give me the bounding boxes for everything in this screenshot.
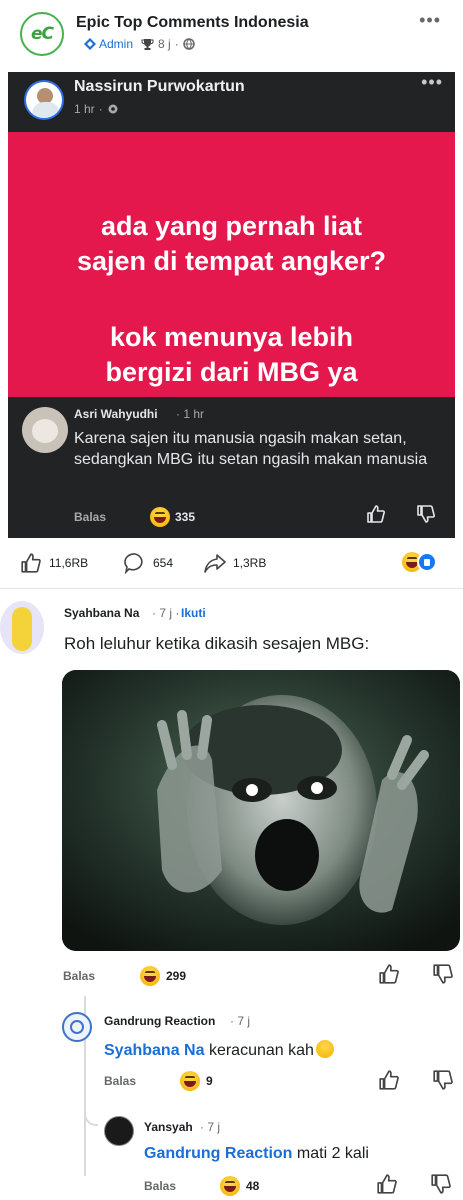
avatar-logo <box>70 1020 84 1034</box>
comment-count-button[interactable]: 654 <box>124 552 173 574</box>
post-stats-bar: 11,6RB 654 1,3RB <box>0 548 463 580</box>
mention-link[interactable]: Syahbana Na <box>104 1042 204 1059</box>
reaction-count: 299 <box>166 969 187 983</box>
ghost-face-image <box>62 670 460 951</box>
share-count-button[interactable]: 1,3RB <box>204 552 266 574</box>
like-reaction-icon <box>417 552 437 572</box>
admin-label: Admin <box>99 37 134 51</box>
section-divider <box>0 588 463 589</box>
avatar-cat <box>32 419 58 443</box>
group-logo: eC <box>30 24 54 44</box>
thumbs-down-icon[interactable] <box>430 1173 452 1195</box>
text-post-line-4: bergizi dari MBG ya <box>105 357 358 387</box>
reply-author[interactable]: Gandrung Reaction <box>104 1014 215 1028</box>
reply-avatar[interactable] <box>62 1012 92 1042</box>
text-post-line-2: sajen di tempat angker? <box>76 246 387 276</box>
like-count: 11,6RB <box>49 556 89 570</box>
reply-body: keracunan kah <box>208 1042 314 1059</box>
post-meta: Admin 8 j · <box>84 37 195 51</box>
poster-name[interactable]: Nassirun Purwokartun <box>74 78 245 96</box>
reply-button[interactable]: Balas <box>63 969 95 983</box>
reaction-summary[interactable]: 335 <box>150 507 195 527</box>
mention-link[interactable]: Gandrung Reaction <box>144 1145 292 1162</box>
poster-time-separator: · <box>98 102 103 116</box>
comment-text: Roh leluhur ketika dikasih sesajen MBG: <box>64 634 370 653</box>
meta-separator: · <box>174 37 179 51</box>
comment-time-text: 7 j <box>159 606 173 620</box>
thread-branch <box>84 1086 98 1126</box>
group-name[interactable]: Epic Top Comments Indonesia <box>76 14 309 32</box>
reply-body: mati 2 kali <box>296 1145 369 1162</box>
poster-time-text: 1 hr <box>74 102 95 116</box>
reply-button[interactable]: Balas <box>104 1074 136 1088</box>
comment-image[interactable] <box>62 670 460 951</box>
reaction-count: 335 <box>175 510 196 524</box>
thinking-emoji-icon <box>315 1040 334 1058</box>
reaction-summary[interactable]: 9 <box>180 1071 213 1091</box>
poster-avatar[interactable] <box>24 80 64 120</box>
text-post-line-3: kok menunya lebih <box>109 322 354 352</box>
shared-top-comment: Asri Wahyudhi · 1 hr Karena sajen itu ma… <box>8 397 455 538</box>
thumbs-down-icon[interactable] <box>432 1069 454 1091</box>
post-time: 8 j <box>158 37 171 51</box>
reaction-summary[interactable]: 299 <box>140 966 186 986</box>
share-icon <box>204 554 226 573</box>
like-count-button[interactable]: 11,6RB <box>20 552 88 574</box>
thumbs-up-icon[interactable] <box>376 1173 398 1195</box>
post-header: eC Epic Top Comments Indonesia Admin 8 j… <box>0 0 463 66</box>
reply-time-text: 7 j <box>237 1014 251 1028</box>
reaction-stack[interactable] <box>402 552 437 572</box>
thumbs-down-icon[interactable] <box>416 504 436 524</box>
poster-time: 1 hr · <box>74 102 119 116</box>
follow-button[interactable]: Ikuti <box>181 606 206 620</box>
comment-time: · 7 j · <box>152 606 180 620</box>
avatar-banana <box>12 607 32 651</box>
commenter-name[interactable]: Syahbana Na <box>64 606 139 620</box>
haha-reaction-icon <box>150 507 170 527</box>
reply-button[interactable]: Balas <box>144 1179 176 1193</box>
trophy-icon <box>141 38 154 50</box>
reaction-count: 9 <box>206 1074 213 1088</box>
comment-time: · 1 hr <box>176 407 205 421</box>
commenter-avatar[interactable] <box>22 407 68 453</box>
reply-button[interactable]: Balas <box>74 510 106 524</box>
thumbs-up-icon[interactable] <box>366 504 386 524</box>
reaction-summary[interactable]: 48 <box>220 1176 259 1196</box>
share-count: 1,3RB <box>233 556 267 570</box>
reply-text: Gandrung Reaction mati 2 kali <box>144 1145 369 1163</box>
reaction-count: 48 <box>246 1179 260 1193</box>
globe-icon <box>182 38 195 50</box>
more-options-icon[interactable]: ••• <box>419 10 441 31</box>
text-post-line-1: ada yang pernah liat <box>100 211 363 241</box>
thumbs-up-icon[interactable] <box>378 1069 400 1091</box>
admin-shield-icon <box>84 38 96 50</box>
thumbs-up-icon[interactable] <box>378 963 400 985</box>
comment-count: 654 <box>153 556 174 570</box>
comment-icon <box>124 553 143 574</box>
reply-author[interactable]: Yansyah <box>144 1120 193 1134</box>
reply-avatar[interactable] <box>104 1116 134 1146</box>
reply-text: Syahbana Na keracunan kah <box>104 1040 334 1060</box>
group-avatar[interactable]: eC <box>20 12 64 56</box>
comment-time-text: 1 hr <box>183 407 205 421</box>
thumbs-down-icon[interactable] <box>432 963 454 985</box>
commenter-avatar[interactable] <box>0 601 44 654</box>
haha-reaction-icon <box>220 1176 240 1196</box>
admin-badge: Admin <box>84 37 133 51</box>
commenter-name[interactable]: Asri Wahyudhi <box>74 407 158 421</box>
comment-text: Karena sajen itu manusia ngasih makan se… <box>74 430 428 468</box>
shared-post-card: Nassirun Purwokartun 1 hr · ••• ada yang… <box>8 72 455 538</box>
reply-time-text: 7 j <box>207 1120 221 1134</box>
settings-icon <box>108 104 118 114</box>
shared-more-options-icon[interactable]: ••• <box>421 72 443 93</box>
reply-time: · 7 j <box>230 1014 251 1028</box>
like-icon <box>21 553 41 573</box>
reply-time: · 7 j <box>200 1120 221 1134</box>
haha-reaction-icon <box>140 966 160 986</box>
haha-reaction-icon <box>180 1071 200 1091</box>
avatar-person-body <box>32 102 60 118</box>
